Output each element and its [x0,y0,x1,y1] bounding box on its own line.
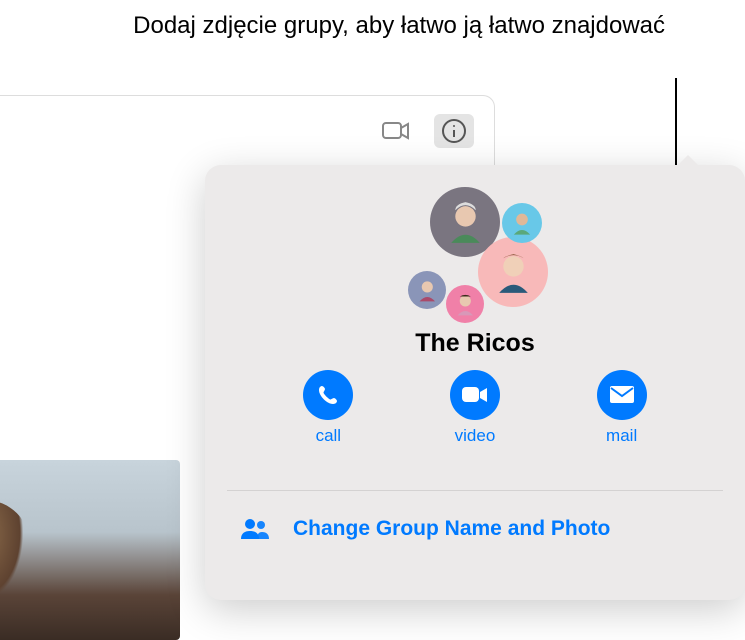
video-label: video [455,426,496,446]
memoji-icon [489,248,538,297]
mail-icon [597,370,647,420]
memoji-icon [452,291,479,318]
group-avatar-cluster[interactable] [400,183,550,323]
group-member-avatar [502,203,542,243]
info-icon [441,118,467,144]
call-button[interactable]: call [303,370,353,446]
memoji-icon [414,277,441,304]
popover-arrow [676,155,700,167]
phone-icon [303,370,353,420]
group-member-avatar [478,237,548,307]
change-group-label: Change Group Name and Photo [293,517,610,541]
video-icon [450,370,500,420]
help-annotation: Dodaj zdjęcie grupy, aby łatwo ją łatwo … [133,10,665,41]
mail-label: mail [606,426,637,446]
change-group-name-and-photo-button[interactable]: Change Group Name and Photo [239,513,711,545]
video-icon [382,121,410,141]
details-popover: The Ricos call video [205,165,745,600]
memoji-icon [508,209,536,237]
toolbar [376,114,474,148]
details-popover-container: The Ricos call video [205,165,745,600]
group-name: The Ricos [205,329,745,358]
memoji-icon [441,198,490,247]
video-button[interactable]: video [450,370,500,446]
group-icon [239,513,271,545]
app-window [0,95,495,165]
call-label: call [316,426,342,446]
group-member-avatar [408,271,446,309]
divider [227,490,723,491]
group-member-avatar [446,285,484,323]
facetime-video-button[interactable] [376,114,416,148]
action-row: call video mail [205,370,745,446]
conversation-background-photo [0,460,180,640]
info-button[interactable] [434,114,474,148]
mail-button[interactable]: mail [597,370,647,446]
